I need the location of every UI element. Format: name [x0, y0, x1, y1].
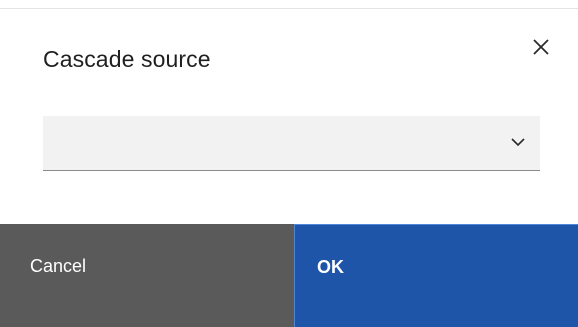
close-icon	[533, 39, 549, 55]
cancel-button-label: Cancel	[30, 256, 87, 276]
cancel-button[interactable]: Cancel	[0, 224, 294, 327]
ok-button-label: OK	[317, 257, 344, 277]
ok-button[interactable]: OK	[294, 224, 578, 327]
cascade-source-select[interactable]	[43, 116, 540, 171]
dialog-title: Cascade source	[43, 46, 211, 72]
close-button[interactable]	[530, 36, 552, 58]
cascade-source-dialog: Cascade source Cancel OK	[0, 0, 578, 327]
chevron-down-icon	[511, 138, 525, 147]
dialog-footer: Cancel OK	[0, 224, 578, 327]
top-divider	[0, 8, 578, 9]
